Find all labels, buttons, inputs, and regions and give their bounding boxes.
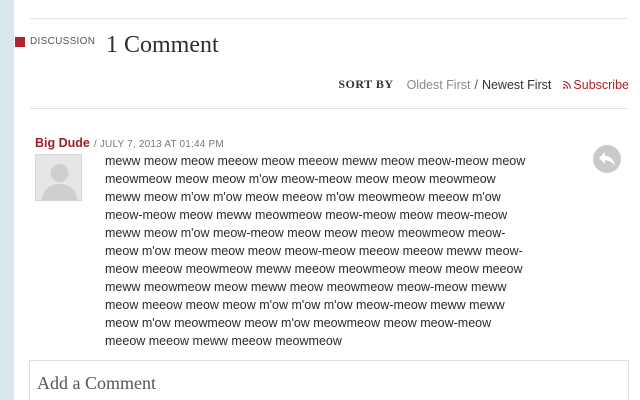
- comment-line: meww meow m'ow m'ow meow meeow m'ow meow…: [105, 190, 501, 204]
- rss-icon: [563, 80, 572, 89]
- sort-by-label: SORT BY: [338, 77, 394, 91]
- comment-line: meeow meeow meww meeow meowmeow: [105, 334, 342, 348]
- default-avatar-icon: [35, 154, 82, 201]
- subscribe-link[interactable]: Subscribe: [563, 78, 629, 92]
- add-comment-box: Add a Comment: [29, 360, 629, 400]
- section-label: DISCUSSION: [30, 36, 96, 47]
- comment-line: meow meeow meowmeow meww meeow meowmeow …: [105, 262, 523, 276]
- comment-line: meowmeow meow meow m'ow meow-meow meow m…: [105, 172, 496, 186]
- comment-timestamp: / JULY 7, 2013 AT 01:44 PM: [93, 139, 224, 150]
- sort-controls: SORT BY Oldest First / Newest First Subs…: [338, 77, 629, 92]
- avatar-silhouette: [36, 155, 81, 200]
- comment-header: Big Dude / JULY 7, 2013 AT 01:44 PM: [35, 136, 224, 150]
- sort-separator: /: [474, 77, 478, 92]
- section-tag: DISCUSSION: [15, 36, 95, 47]
- comment-line: meow m'ow meowmeow meow m'ow meowmeow me…: [105, 316, 492, 330]
- comment-line: meww meow meow meeow meow meeow meww meo…: [105, 154, 526, 168]
- comment-line: meow meeow meow meow m'ow m'ow m'ow meow…: [105, 298, 505, 312]
- sort-newest-link[interactable]: Newest First: [482, 78, 551, 92]
- left-side-strip: [0, 0, 14, 400]
- top-divider: [30, 18, 628, 19]
- comments-heading: 1 Comment: [106, 32, 219, 58]
- reply-arrow-icon[interactable]: [593, 145, 621, 173]
- comment-body: meww meow meow meeow meow meeow meww meo…: [105, 152, 560, 350]
- comment-line: meww meowmeow meow meww meow meowmeow me…: [105, 280, 507, 294]
- add-comment-title: Add a Comment: [37, 373, 156, 393]
- comment-author-link[interactable]: Big Dude: [35, 136, 90, 150]
- header-divider: [30, 108, 628, 109]
- comment-line: meow-meow meow meww meowmeow meow-meow m…: [105, 208, 508, 222]
- section-marker-square: [15, 36, 25, 47]
- sort-oldest-link[interactable]: Oldest First: [407, 78, 471, 92]
- subscribe-label: Subscribe: [573, 77, 629, 92]
- comment-line: meww meow m'ow meow-meow meow meow meow …: [105, 226, 506, 240]
- comment-line: meow m'ow meow meow meow meow-meow meeow…: [105, 244, 523, 258]
- reply-arrow-glyph: [599, 152, 615, 166]
